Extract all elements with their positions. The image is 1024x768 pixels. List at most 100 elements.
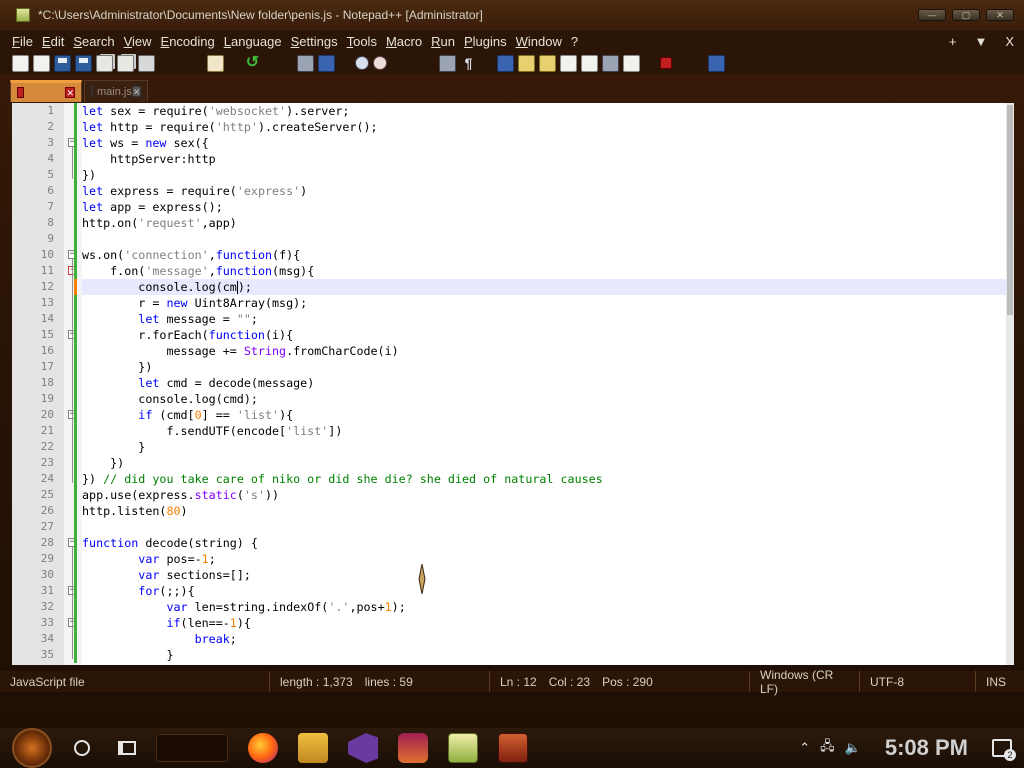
code-line[interactable]: httpServer:http [82,151,1014,167]
find-icon[interactable] [297,54,314,72]
network-icon[interactable]: 🖧 [820,737,835,759]
undo-icon[interactable]: ↺ [244,54,261,72]
doc-map-icon[interactable] [518,54,535,72]
tab-main-js[interactable]: main.js ✕ [84,80,148,102]
start-button[interactable] [12,728,52,768]
add-tab-button[interactable]: + [949,34,957,49]
monitor-icon[interactable] [602,54,619,72]
indent-guide-icon[interactable] [497,54,514,72]
code-line[interactable]: message += String.fromCharCode(i) [82,343,1014,359]
menu-window[interactable]: Window [516,34,562,49]
file-explorer-icon[interactable] [298,733,328,763]
close-tab-icon[interactable]: ✕ [131,86,142,97]
code-line[interactable]: if (cmd[0] == 'list'){ [82,407,1014,423]
menu-file[interactable]: File [12,34,33,49]
menu-macro[interactable]: Macro [386,34,422,49]
menu-edit[interactable]: Edit [42,34,64,49]
notepadpp-icon[interactable] [16,8,30,22]
code-line[interactable]: f.on('message',function(msg){ [82,263,1014,279]
code-line[interactable]: let ws = new sex({ [82,135,1014,151]
task-view-icon[interactable] [118,741,136,755]
status-eol[interactable]: Windows (CR LF) [750,668,860,696]
run-macro-multiple-icon[interactable] [708,54,725,72]
code-line[interactable]: f.sendUTF(encode['list']) [82,423,1014,439]
menu-encoding[interactable]: Encoding [161,34,215,49]
taskbar-search-box[interactable] [156,734,228,762]
code-line[interactable]: }) [82,359,1014,375]
eye-icon[interactable] [623,54,640,72]
code-line[interactable]: r.forEach(function(i){ [82,327,1014,343]
function-list-icon[interactable] [539,54,556,72]
fold-margin[interactable]: −−−−−−−− [64,103,82,665]
code-line[interactable]: function decode(string) { [82,535,1014,551]
code-line[interactable]: let express = require('express') [82,183,1014,199]
close-all-icon[interactable] [117,54,134,72]
code-line[interactable]: }) [82,455,1014,471]
close-tab-icon[interactable]: ✕ [65,87,75,98]
visual-studio-icon[interactable] [348,733,378,763]
menu-language[interactable]: Language [224,34,282,49]
notification-center-icon[interactable]: 2 [992,739,1016,761]
code-line[interactable]: var sections=[]; [82,567,1014,583]
paste-icon[interactable] [207,54,224,72]
code-line[interactable] [82,519,1014,535]
record-macro-icon[interactable] [660,57,672,69]
status-mode[interactable]: INS [976,671,1016,692]
code-line[interactable]: http.listen(80) [82,503,1014,519]
close-file-icon[interactable] [96,54,113,72]
tab-list-dropdown[interactable]: ▼ [974,34,987,49]
zoom-out-icon[interactable] [373,56,387,70]
folder-workspace-icon[interactable] [560,54,577,72]
code-line[interactable]: } [82,439,1014,455]
save-all-icon[interactable] [75,54,92,72]
code-line[interactable]: for(;;){ [82,583,1014,599]
code-line[interactable]: if(len==-1){ [82,615,1014,631]
code-line[interactable]: let http = require('http').createServer(… [82,119,1014,135]
code-line[interactable]: } [82,647,1014,663]
maximize-button[interactable]: ▢ [952,9,980,21]
vertical-scrollbar[interactable] [1006,103,1014,665]
clock[interactable]: 5:08 PM [885,735,968,761]
code-line[interactable]: http.on('request',app) [82,215,1014,231]
menu-view[interactable]: View [124,34,152,49]
scrollbar-thumb[interactable] [1007,105,1013,315]
new-file-icon[interactable] [12,54,29,72]
code-line[interactable]: var pos=-1; [82,551,1014,567]
minimize-button[interactable]: — [918,9,946,21]
close-button[interactable]: ✕ [986,9,1014,21]
volume-icon[interactable]: 🔈 [845,740,861,756]
code-line[interactable]: console.log(cm); [82,279,1014,295]
code-line[interactable]: var len=string.indexOf('.',pos+1); [82,599,1014,615]
firefox-icon[interactable] [248,733,278,763]
tab-penis-js[interactable]: penis.js ✕ [10,80,82,102]
menu-plugins[interactable]: Plugins [464,34,507,49]
app-icon[interactable] [498,733,528,763]
code-line[interactable]: r = new Uint8Array(msg); [82,295,1014,311]
show-all-chars-icon[interactable]: ¶ [460,55,477,72]
code-line[interactable]: console.log(cmd); [82,391,1014,407]
close-doc-button[interactable]: X [1005,34,1014,49]
code-editor[interactable]: 1 2 3 4 5 6 7 8 9 10 11 12 13 14 15 16 17 18 19 20 21 22 23 24 2… [12,103,1014,665]
save-icon[interactable] [54,54,71,72]
code-line[interactable] [82,231,1014,247]
code-line[interactable]: ws.on('connection',function(f){ [82,247,1014,263]
code-line[interactable]: let message = ""; [82,311,1014,327]
replace-icon[interactable] [318,54,335,72]
open-file-icon[interactable] [33,54,50,72]
wrap-icon[interactable] [439,54,456,72]
code-line[interactable]: let sex = require('websocket').server; [82,103,1014,119]
menu-help[interactable]: ? [571,34,578,49]
code-line[interactable]: break; [82,631,1014,647]
code-area[interactable]: let sex = require('websocket').server; le… [82,103,1014,665]
code-line[interactable]: }) // did you take care of niko or did s… [82,471,1014,487]
print-icon[interactable] [138,54,155,72]
zoom-in-icon[interactable] [355,56,369,70]
app-icon[interactable] [398,733,428,763]
menu-search[interactable]: Search [73,34,114,49]
status-encoding[interactable]: UTF-8 [860,671,976,692]
notepadpp-taskbar-icon[interactable] [448,733,478,763]
code-line[interactable]: let cmd = decode(message) [82,375,1014,391]
doc-list-icon[interactable] [581,54,598,72]
cortana-icon[interactable] [74,740,90,756]
tray-chevron-icon[interactable]: ⌃ [799,740,810,756]
